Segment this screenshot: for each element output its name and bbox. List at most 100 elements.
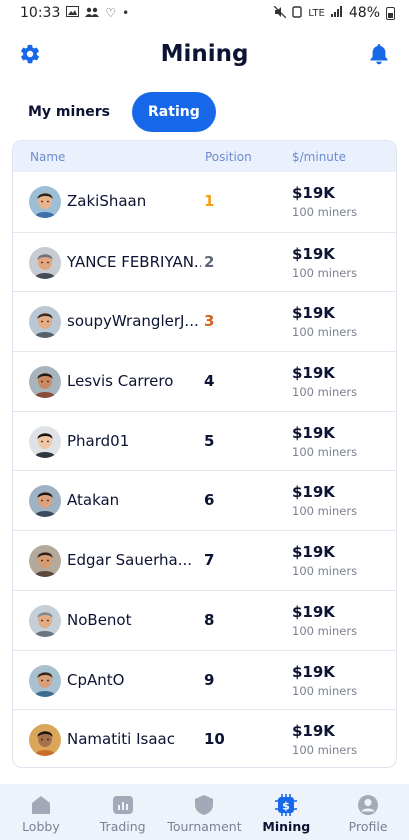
miners-count: 100 miners [292, 623, 358, 638]
mining-tabs: My miners Rating [14, 92, 216, 132]
nav-label-lobby: Lobby [22, 819, 60, 834]
nav-lobby[interactable]: Lobby [0, 784, 82, 840]
gear-icon [21, 44, 39, 64]
user-position: 1 [204, 192, 215, 210]
header-name: Name [30, 150, 66, 164]
network-label: LTE [308, 7, 325, 19]
user-name: CpAntO [67, 670, 125, 689]
header-position: Position [205, 150, 252, 164]
table-row[interactable]: Edgar Sauerha... 7 $19K 100 miners [13, 530, 396, 590]
user-name: Edgar Sauerha... [67, 551, 193, 570]
trading-icon [112, 794, 134, 816]
nav-tournament[interactable]: Tournament [164, 784, 246, 840]
table-row[interactable]: Lesvis Carrero 4 $19K 100 miners [13, 351, 396, 411]
avatar [29, 724, 61, 757]
avatar [29, 425, 61, 458]
nav-trading[interactable]: Trading [82, 784, 164, 840]
tab-rating[interactable]: Rating [132, 92, 216, 132]
notifications-button[interactable] [367, 42, 391, 66]
battery-percent: 48% [348, 5, 380, 21]
notification-dot: • [122, 6, 130, 20]
status-time: 10:33 [20, 5, 61, 21]
table-row[interactable]: YANCE FEBRIYAN... 2 $19K 100 miners [13, 231, 396, 292]
nav-mining[interactable]: $ Mining [245, 784, 327, 840]
signal-icon [330, 6, 343, 20]
rating-table: Name Position $/minute ZakiShaan 1 $19K 100… [12, 140, 397, 768]
miners-count: 100 miners [292, 504, 358, 519]
table-row[interactable]: Phard01 5 $19K 100 miners [13, 410, 396, 471]
header-rate: $/minute [292, 150, 346, 164]
svg-text:$: $ [282, 800, 290, 813]
table-row[interactable]: CpAntO 9 $19K 100 miners [13, 649, 396, 710]
miners-count: 100 miners [292, 385, 358, 400]
nav-label-profile: Profile [348, 819, 388, 834]
tournament-icon [193, 794, 215, 816]
avatar [29, 186, 61, 218]
mining-rate: $19K [292, 483, 335, 502]
user-position: 2 [204, 252, 215, 271]
nav-label-mining: Mining [262, 819, 311, 834]
people-icon [85, 6, 100, 20]
bottom-nav: Lobby Trading Tournament $ Mining Profil… [0, 784, 409, 840]
table-row[interactable]: Atakan 6 $19K 100 miners [13, 470, 396, 530]
avatar [29, 366, 61, 399]
user-position: 10 [204, 730, 225, 749]
battery-icon [386, 6, 395, 20]
avatar [29, 604, 61, 637]
mining-rate: $19K [292, 244, 335, 263]
user-position: 3 [204, 312, 215, 331]
table-body: ZakiShaan 1 $19K 100 miners YANCE FEBRIYAN..… [13, 172, 396, 767]
status-bar: 10:33 ♡ • LTE 48% [0, 0, 409, 26]
user-position: 5 [204, 431, 215, 450]
heart-icon: ♡ [105, 6, 117, 20]
settings-button[interactable] [18, 42, 42, 66]
profile-icon [357, 794, 379, 816]
table-row[interactable]: ZakiShaan 1 $19K 100 miners [13, 172, 396, 232]
user-position: 8 [204, 610, 215, 629]
miners-count: 100 miners [292, 325, 358, 340]
table-header: Name Position $/minute [13, 141, 396, 172]
miners-count: 100 miners [292, 444, 358, 459]
mining-rate: $19K [292, 364, 335, 383]
avatar [29, 664, 61, 697]
user-name: YANCE FEBRIYAN... [67, 252, 201, 271]
mining-rate: $19K [292, 304, 335, 323]
lobby-icon [30, 794, 52, 816]
miners-count: 100 miners [292, 743, 358, 758]
user-position: 7 [204, 551, 215, 570]
user-position: 6 [204, 491, 215, 510]
user-name: Atakan [67, 491, 120, 510]
mining-rate: $19K [292, 184, 335, 202]
user-name: Lesvis Carrero [67, 372, 174, 391]
tab-my-miners[interactable]: My miners [14, 92, 124, 132]
user-name: NoBenot [67, 610, 132, 629]
mining-rate: $19K [292, 722, 335, 741]
mining-rate: $19K [292, 423, 335, 442]
nav-profile[interactable]: Profile [327, 784, 409, 840]
mining-rate: $19K [292, 602, 335, 621]
user-name: soupyWranglerJ... [67, 312, 199, 331]
miners-count: 100 miners [292, 205, 358, 219]
page-title: Mining [160, 41, 249, 67]
miners-count: 100 miners [292, 683, 358, 698]
avatar [29, 306, 61, 339]
user-name: Namatiti Isaac [67, 730, 175, 749]
alarm-icon [292, 5, 302, 21]
nav-label-trading: Trading [99, 819, 146, 834]
nav-label-tournament: Tournament [167, 819, 242, 834]
user-position: 4 [204, 372, 215, 391]
miners-count: 100 miners [292, 564, 358, 579]
app-header: Mining [0, 34, 409, 74]
avatar [29, 485, 61, 518]
user-name: ZakiShaan [67, 192, 147, 210]
mute-icon [273, 5, 287, 21]
miners-count: 100 miners [292, 265, 358, 280]
table-row[interactable]: Namatiti Isaac 10 $19K 100 miners [13, 709, 396, 767]
table-row[interactable]: NoBenot 8 $19K 100 miners [13, 589, 396, 650]
mining-rate: $19K [292, 662, 335, 681]
table-row[interactable]: soupyWranglerJ... 3 $19K 100 miners [13, 291, 396, 351]
user-position: 9 [204, 670, 215, 689]
mining-icon: $ [275, 794, 298, 816]
user-name: Phard01 [67, 431, 130, 450]
avatar [29, 545, 61, 578]
